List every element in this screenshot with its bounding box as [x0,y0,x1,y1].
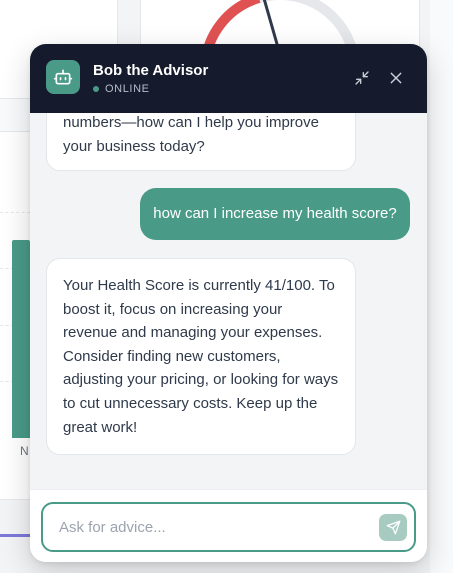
chart-line-segment [0,534,30,537]
send-icon [386,520,400,535]
bot-message: numbers—how can I help you improve your … [46,113,356,171]
message-input[interactable] [59,516,359,538]
chart-axis-label: N [20,444,29,458]
send-button[interactable] [379,514,407,541]
status-label: ONLINE [105,83,150,95]
chart-bar [12,240,30,438]
chat-messages[interactable]: numbers—how can I help you improve your … [30,113,427,489]
dashboard-table-header-strip [0,98,30,132]
close-icon [390,72,402,84]
chat-widget: Bob the Advisor ONLINE numbers—how can I… [30,44,427,562]
chat-header: Bob the Advisor ONLINE [30,44,427,113]
online-status-dot [93,86,99,92]
minimize-button[interactable] [352,68,372,88]
dashboard-right-edge [430,0,453,573]
bot-message: Your Health Score is currently 41/100. T… [46,258,356,455]
chart-gridline [0,212,30,213]
minimize-arrows-icon [355,71,369,85]
robot-icon [46,60,80,94]
bot-name: Bob the Advisor [93,62,209,79]
message-input-box[interactable] [41,502,416,552]
bot-status: ONLINE [93,83,150,95]
close-button[interactable] [386,68,406,88]
user-message: how can I increase my health score? [140,188,410,240]
gauge-needle [262,0,279,46]
chat-footer [30,489,427,562]
